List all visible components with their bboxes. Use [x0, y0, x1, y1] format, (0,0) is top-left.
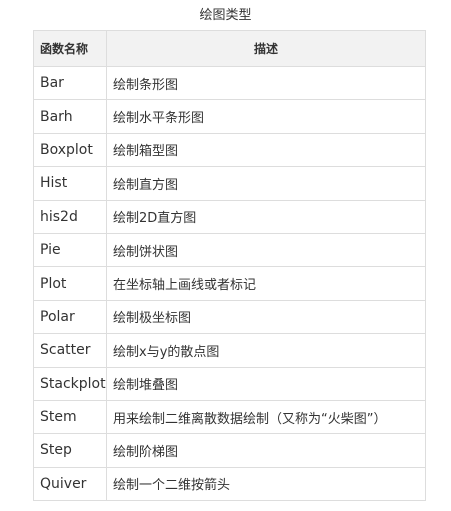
- description-cell: 绘制x与y的散点图: [106, 333, 426, 368]
- table-caption: 绘图类型: [199, 8, 252, 23]
- table-header: 函数名称 描述: [33, 30, 426, 67]
- function-name-cell: Scatter: [33, 333, 107, 368]
- table-row: Boxplot 绘制箱型图: [33, 132, 426, 168]
- plot-types-table: 函数名称 描述 Bar 绘制条形图 Barh 绘制水平条形图 Boxplot 绘…: [33, 30, 426, 502]
- header-function-name: 函数名称: [33, 30, 107, 67]
- description-cell: 用来绘制二维离散数据绘制（又称为“火柴图”）: [106, 399, 426, 435]
- table-row: Plot 在坐标轴上画线或者标记: [33, 266, 426, 301]
- function-name-cell: Polar: [33, 299, 107, 335]
- function-name-cell: Bar: [33, 65, 107, 101]
- table-row: Barh 绘制水平条形图: [33, 99, 426, 134]
- table-row: Pie 绘制饼状图: [33, 232, 426, 268]
- function-name-cell: Hist: [33, 166, 107, 201]
- table-row: Bar 绘制条形图: [33, 65, 426, 101]
- description-cell: 在坐标轴上画线或者标记: [106, 266, 426, 301]
- function-name-cell: Barh: [33, 99, 107, 134]
- function-name-cell: Plot: [33, 266, 107, 301]
- header-row: 函数名称 描述: [33, 30, 426, 67]
- header-description: 描述: [106, 30, 426, 67]
- table-row: his2d 绘制2D直方图: [33, 199, 426, 234]
- function-name-cell: Step: [33, 433, 107, 468]
- function-name-cell: his2d: [33, 199, 107, 234]
- table-row: Scatter 绘制x与y的散点图: [33, 333, 426, 368]
- function-name-cell: Stackplot: [33, 366, 107, 401]
- description-cell: 绘制极坐标图: [106, 299, 426, 335]
- table-row: Stem 用来绘制二维离散数据绘制（又称为“火柴图”）: [33, 399, 426, 435]
- description-cell: 绘制直方图: [106, 166, 426, 201]
- function-name-cell: Stem: [33, 399, 107, 435]
- function-name-cell: Boxplot: [33, 132, 107, 168]
- description-cell: 绘制箱型图: [106, 132, 426, 168]
- table-row: Hist 绘制直方图: [33, 166, 426, 201]
- function-name-cell: Pie: [33, 232, 107, 268]
- function-name-cell: Quiver: [33, 466, 107, 502]
- table-body: Bar 绘制条形图 Barh 绘制水平条形图 Boxplot 绘制箱型图 His…: [33, 65, 426, 502]
- table-row: Step 绘制阶梯图: [33, 433, 426, 468]
- table-row: Quiver 绘制一个二维按箭头: [33, 466, 426, 502]
- description-cell: 绘制一个二维按箭头: [106, 466, 426, 502]
- description-cell: 绘制堆叠图: [106, 366, 426, 401]
- description-cell: 绘制饼状图: [106, 232, 426, 268]
- description-cell: 绘制水平条形图: [106, 99, 426, 134]
- table-row: Polar 绘制极坐标图: [33, 299, 426, 335]
- description-cell: 绘制2D直方图: [106, 199, 426, 234]
- table-row: Stackplot 绘制堆叠图: [33, 366, 426, 401]
- description-cell: 绘制阶梯图: [106, 433, 426, 468]
- description-cell: 绘制条形图: [106, 65, 426, 101]
